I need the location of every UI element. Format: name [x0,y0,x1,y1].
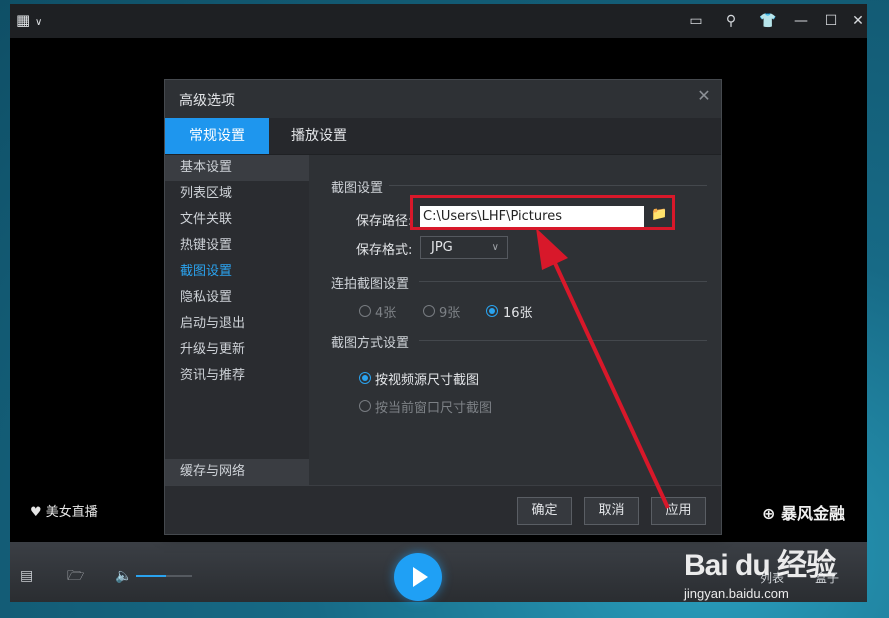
annotation-arrow [536,228,670,509]
watermark-logo: Bai du 经验 [684,549,836,582]
baidu-watermark: Bai du 经验 jingyan.baidu.com [684,540,836,601]
watermark-url: jingyan.baidu.com [684,586,789,601]
arrow-shaft [546,247,670,509]
arrow-head [536,228,568,270]
